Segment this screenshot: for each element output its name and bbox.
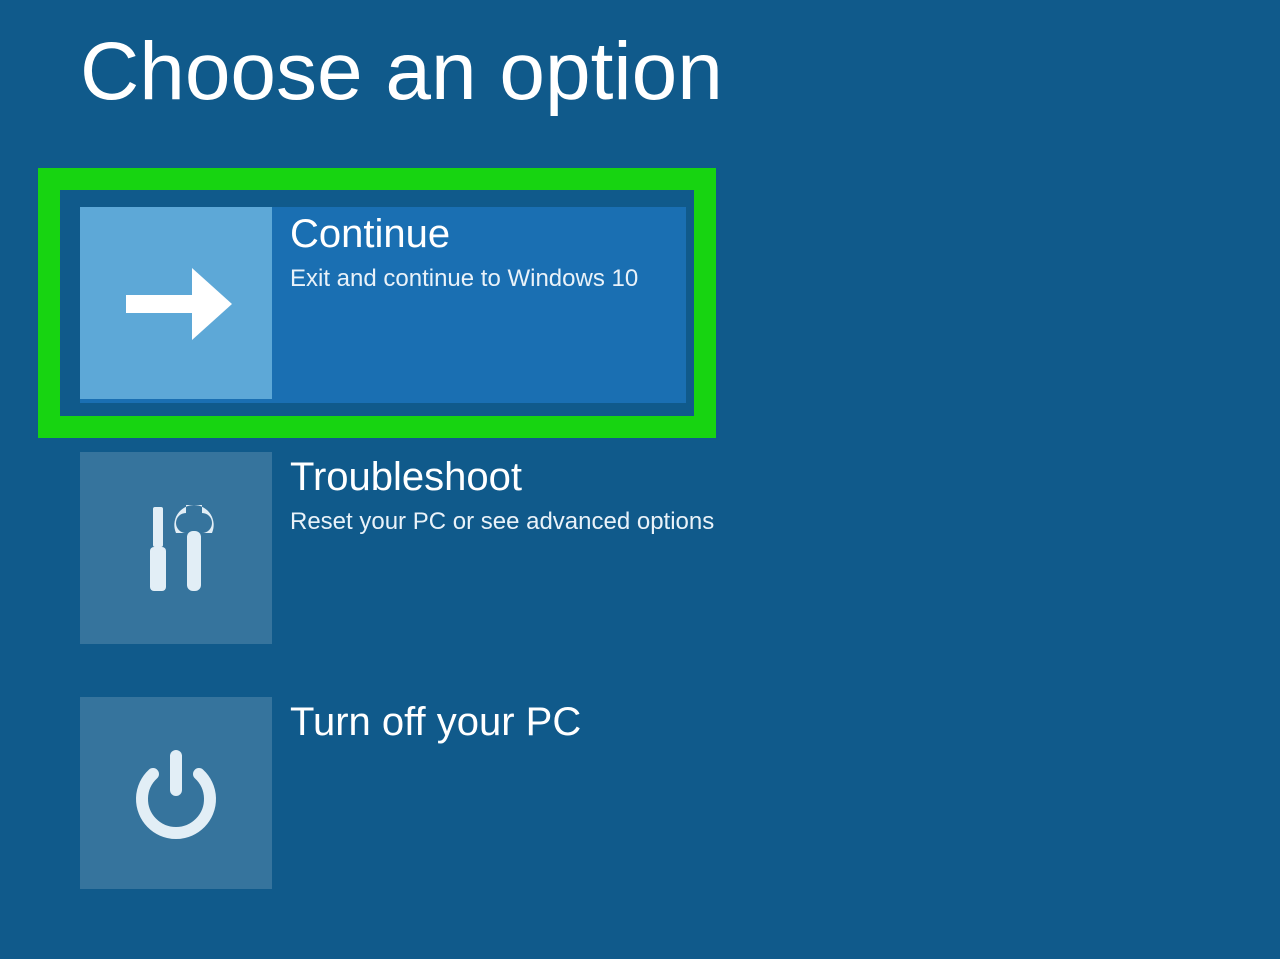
option-turnoff[interactable]: Turn off your PC bbox=[80, 697, 581, 889]
option-text: Troubleshoot Reset your PC or see advanc… bbox=[272, 452, 714, 537]
option-continue[interactable]: Continue Exit and continue to Windows 10 bbox=[80, 207, 686, 403]
option-text: Continue Exit and continue to Windows 10 bbox=[272, 207, 638, 294]
option-text: Turn off your PC bbox=[272, 697, 581, 745]
arrow-right-icon bbox=[80, 207, 272, 399]
option-troubleshoot-desc: Reset your PC or see advanced options bbox=[290, 506, 714, 537]
option-troubleshoot-title: Troubleshoot bbox=[290, 454, 714, 500]
power-icon bbox=[80, 697, 272, 889]
option-troubleshoot[interactable]: Troubleshoot Reset your PC or see advanc… bbox=[80, 452, 714, 644]
page-title: Choose an option bbox=[80, 25, 723, 119]
option-continue-title: Continue bbox=[290, 211, 638, 257]
option-continue-desc: Exit and continue to Windows 10 bbox=[290, 263, 638, 294]
tools-icon bbox=[80, 452, 272, 644]
option-turnoff-title: Turn off your PC bbox=[290, 699, 581, 745]
